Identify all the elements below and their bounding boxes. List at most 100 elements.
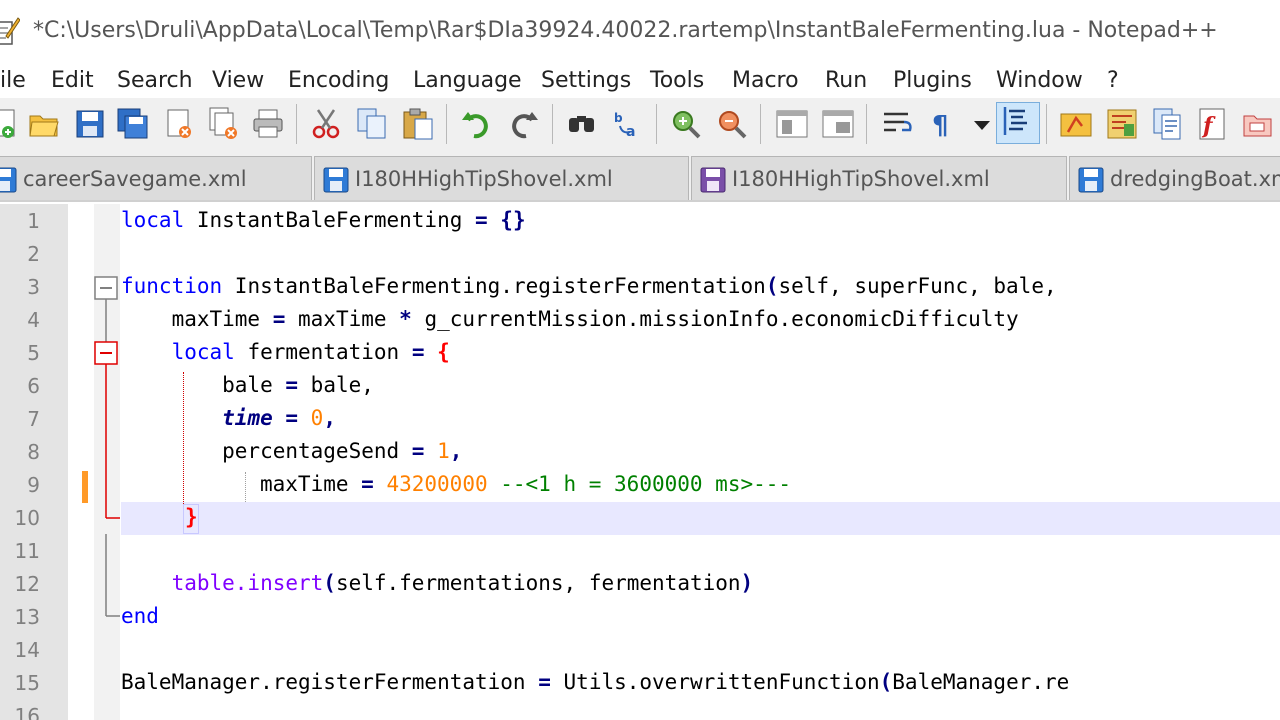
save-icon[interactable]	[72, 106, 108, 142]
redo-icon[interactable]	[504, 106, 540, 142]
menu-language[interactable]: Language	[413, 68, 522, 93]
operator: =	[411, 340, 425, 364]
line-number: 5	[27, 341, 40, 365]
code-text: g_currentMission.missionInfo.economicDif…	[411, 307, 1019, 331]
line-number: 11	[14, 539, 40, 563]
toolbar: ba ¶ f	[0, 98, 1280, 150]
menu-edit[interactable]: Edit	[51, 68, 94, 93]
toolbar-separator	[760, 104, 761, 144]
operator: (	[765, 274, 779, 298]
indent-guide-icon[interactable]	[996, 102, 1040, 144]
tab-I180HHighTipShovel[interactable]: I180HHighTipShovel.xml	[314, 156, 689, 200]
sync-vertical-icon[interactable]	[774, 106, 810, 142]
toolbar-separator	[446, 104, 447, 144]
menu-tools[interactable]: Tools	[650, 68, 704, 93]
line-number: 12	[14, 572, 40, 596]
function-call: table.insert	[171, 571, 324, 595]
menu-plugins[interactable]: Plugins	[893, 68, 972, 93]
keyword: end	[121, 604, 159, 628]
menu-run[interactable]: Run	[825, 68, 867, 93]
tab-label: I180HHighTipShovel.xml	[355, 167, 613, 191]
operator: ,	[323, 406, 336, 430]
dropdown-icon[interactable]	[964, 106, 1000, 142]
line-number: 6	[27, 374, 40, 398]
code-line-10: }	[185, 505, 198, 529]
code-text: maxTime	[121, 307, 273, 331]
word-wrap-icon[interactable]	[880, 106, 916, 142]
tab-careerSavegame[interactable]: careerSavegame.xml	[0, 156, 312, 200]
line-number: 10	[14, 506, 40, 530]
tab-label: I180HHighTipShovel.xml	[732, 167, 990, 191]
cut-icon[interactable]	[308, 106, 344, 142]
copy-icon[interactable]	[354, 106, 390, 142]
zoom-out-icon[interactable]	[714, 106, 750, 142]
document-map-icon[interactable]	[1104, 106, 1140, 142]
tab-I180HHighTipShovel-2[interactable]: I180HHighTipShovel.xml	[691, 156, 1067, 200]
tab-label: dredgingBoat.xm	[1110, 167, 1280, 191]
operator: =	[272, 307, 286, 331]
toolbar-separator	[1046, 104, 1047, 144]
menu-view[interactable]: View	[212, 68, 264, 93]
toolbar-separator	[552, 104, 553, 144]
toolbar-separator	[296, 104, 297, 144]
number: 0	[298, 406, 324, 430]
toolbar-separator	[656, 104, 657, 144]
menu-encoding[interactable]: Encoding	[288, 68, 389, 93]
save-all-icon[interactable]	[115, 106, 151, 142]
menu-help[interactable]: ?	[1107, 68, 1119, 93]
code-line-13: end	[121, 604, 159, 628]
svg-text:b: b	[614, 111, 623, 125]
code-text: Utils.overwrittenFunction	[550, 670, 880, 694]
find-icon[interactable]	[564, 106, 600, 142]
menu-macro[interactable]: Macro	[732, 68, 799, 93]
indent-guide	[245, 472, 246, 502]
user-defined-language-icon[interactable]	[1058, 106, 1094, 142]
operator: =	[285, 373, 299, 397]
saved-file-icon	[323, 167, 349, 193]
line-number: 14	[14, 638, 40, 662]
close-all-icon[interactable]	[206, 106, 242, 142]
close-icon[interactable]	[161, 106, 197, 142]
operator: =	[272, 406, 299, 430]
new-file-icon[interactable]	[0, 106, 22, 142]
code-line-8: percentageSend = 1,	[121, 439, 462, 463]
code-text: BaleManager.re	[892, 670, 1070, 694]
number: 43200000	[373, 472, 488, 496]
code-text: bale	[121, 373, 286, 397]
keyword: local	[121, 208, 185, 232]
menu-file[interactable]: ile	[0, 68, 26, 93]
paste-icon[interactable]	[400, 106, 436, 142]
menu-settings[interactable]: Settings	[541, 68, 631, 93]
tab-bar: careerSavegame.xml I180HHighTipShovel.xm…	[0, 150, 1280, 202]
code-text: InstantBaleFermenting.registerFermentati…	[222, 274, 766, 298]
replace-icon[interactable]: ba	[610, 106, 646, 142]
print-icon[interactable]	[250, 106, 286, 142]
line-number: 2	[27, 242, 40, 266]
code-line-4: maxTime = maxTime * g_currentMission.mis…	[121, 307, 1019, 331]
undo-icon[interactable]	[460, 106, 496, 142]
keyword: local	[121, 340, 235, 364]
document-list-icon[interactable]	[1150, 106, 1186, 142]
line-number: 16	[14, 704, 40, 720]
operator: (	[323, 571, 336, 595]
line-number: 8	[27, 440, 40, 464]
zoom-in-icon[interactable]	[668, 106, 704, 142]
function-list-icon[interactable]: f	[1194, 106, 1230, 142]
line-number: 3	[27, 275, 40, 299]
code-editor[interactable]: 1 2 3 4 5 6 7 8 9 10 11 12 13 14 15 16 l…	[0, 204, 1280, 720]
line-number: 13	[14, 605, 40, 629]
open-file-icon[interactable]	[26, 106, 62, 142]
folder-as-workspace-icon[interactable]	[1240, 106, 1276, 142]
sync-horizontal-icon[interactable]	[820, 106, 856, 142]
saved-file-icon	[700, 167, 726, 193]
keyword: function	[121, 274, 223, 298]
code-line-5: local fermentation = {	[121, 340, 450, 364]
code-line-7: time = 0,	[121, 406, 336, 430]
menu-search[interactable]: Search	[117, 68, 193, 93]
window-title: *C:\Users\Druli\AppData\Local\Temp\Rar$D…	[33, 18, 1218, 43]
show-all-characters-icon[interactable]: ¶	[926, 106, 962, 142]
tab-label: careerSavegame.xml	[23, 167, 247, 191]
code-line-12: table.insert(self.fermentations, ferment…	[121, 571, 754, 595]
menu-window[interactable]: Window	[996, 68, 1083, 93]
tab-dredgingBoat[interactable]: dredgingBoat.xm	[1069, 156, 1280, 200]
